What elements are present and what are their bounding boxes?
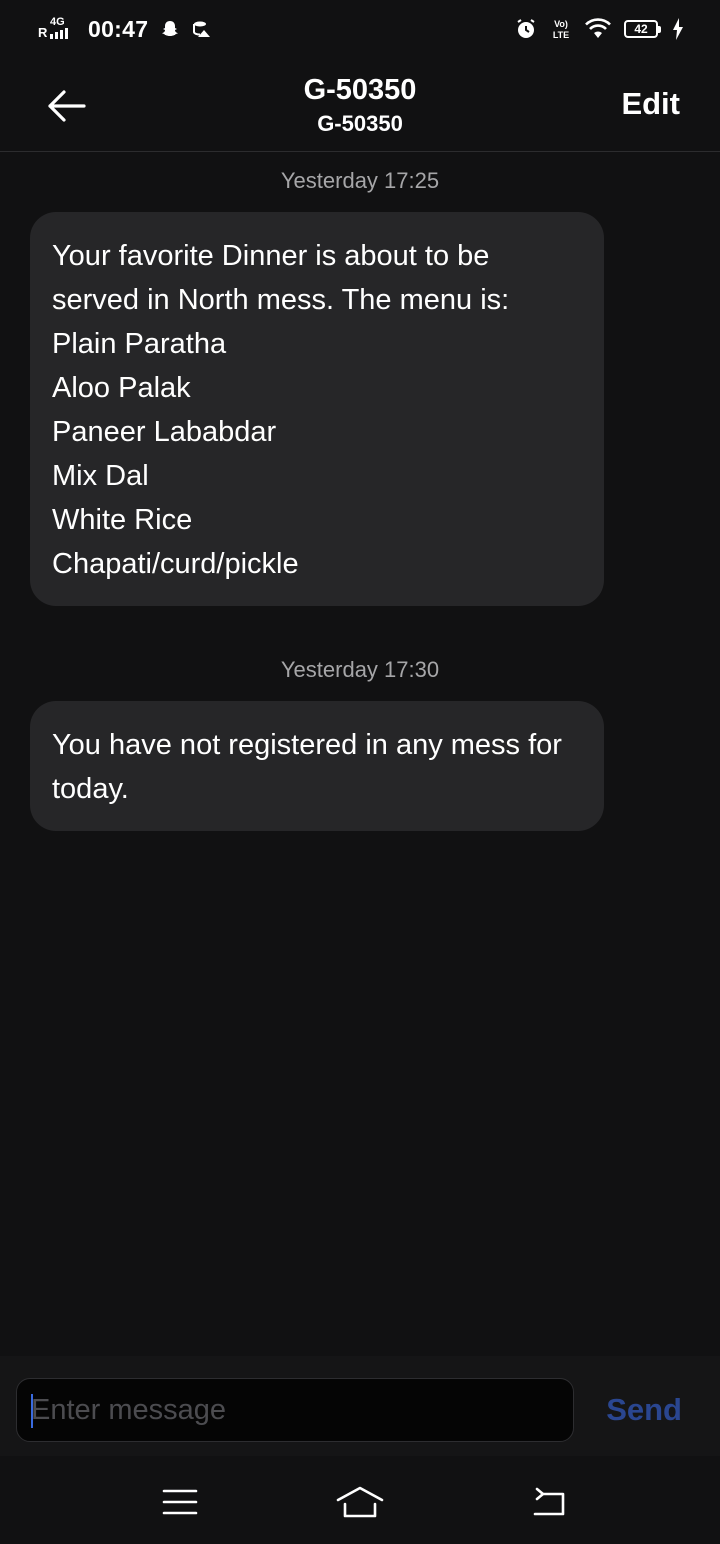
status-bar-left: R 4G 00:47 bbox=[38, 16, 212, 43]
battery-icon: 42 bbox=[624, 20, 661, 38]
nav-back-button[interactable] bbox=[518, 1480, 578, 1524]
svg-text:Vo): Vo) bbox=[554, 19, 568, 29]
message-composer: Send bbox=[0, 1356, 720, 1456]
message-input-box[interactable] bbox=[16, 1378, 574, 1442]
message-list[interactable]: Yesterday 17:25 Your favorite Dinner is … bbox=[0, 152, 720, 1356]
conversation-header: G-50350 G-50350 Edit bbox=[0, 58, 720, 152]
message-timestamp: Yesterday 17:30 bbox=[280, 657, 440, 682]
alarm-icon bbox=[514, 17, 538, 41]
message-bubble[interactable]: Your favorite Dinner is about to be serv… bbox=[30, 212, 604, 606]
back-icon bbox=[533, 1487, 565, 1516]
snapchat-icon bbox=[160, 19, 180, 39]
status-bar-right: Vo) LTE 42 bbox=[502, 17, 684, 41]
home-icon bbox=[336, 1486, 384, 1518]
home-button[interactable] bbox=[330, 1480, 390, 1524]
storage-icon bbox=[192, 19, 212, 39]
menu-button[interactable] bbox=[150, 1480, 210, 1524]
system-nav-bar bbox=[0, 1456, 720, 1544]
status-time: 00:47 bbox=[88, 15, 149, 42]
status-bar: R 4G 00:47 Vo) LTE 42 bbox=[0, 0, 720, 58]
network-type: 4G bbox=[50, 16, 65, 28]
messaging-screen: R 4G 00:47 Vo) LTE 42 G-50350 G-50350 Ed… bbox=[0, 0, 720, 1544]
battery-level: 42 bbox=[634, 22, 648, 36]
roaming-indicator: R bbox=[38, 25, 48, 40]
network-signal-icon: R 4G bbox=[38, 16, 80, 42]
wifi-icon bbox=[584, 18, 612, 40]
svg-text:LTE: LTE bbox=[553, 30, 569, 40]
text-caret bbox=[31, 1394, 33, 1428]
volte-icon: Vo) LTE bbox=[550, 17, 572, 41]
send-button[interactable]: Send bbox=[606, 1392, 682, 1428]
charging-icon bbox=[672, 18, 684, 40]
message-input[interactable] bbox=[17, 1379, 573, 1441]
contact-number: G-50350 bbox=[317, 111, 403, 136]
message-timestamp: Yesterday 17:25 bbox=[280, 168, 440, 193]
edit-button[interactable]: Edit bbox=[621, 86, 680, 122]
message-bubble[interactable]: You have not registered in any mess for … bbox=[30, 701, 604, 831]
signal-bars-icon bbox=[50, 28, 68, 39]
menu-icon bbox=[162, 1489, 198, 1515]
contact-name: G-50350 bbox=[303, 74, 417, 106]
